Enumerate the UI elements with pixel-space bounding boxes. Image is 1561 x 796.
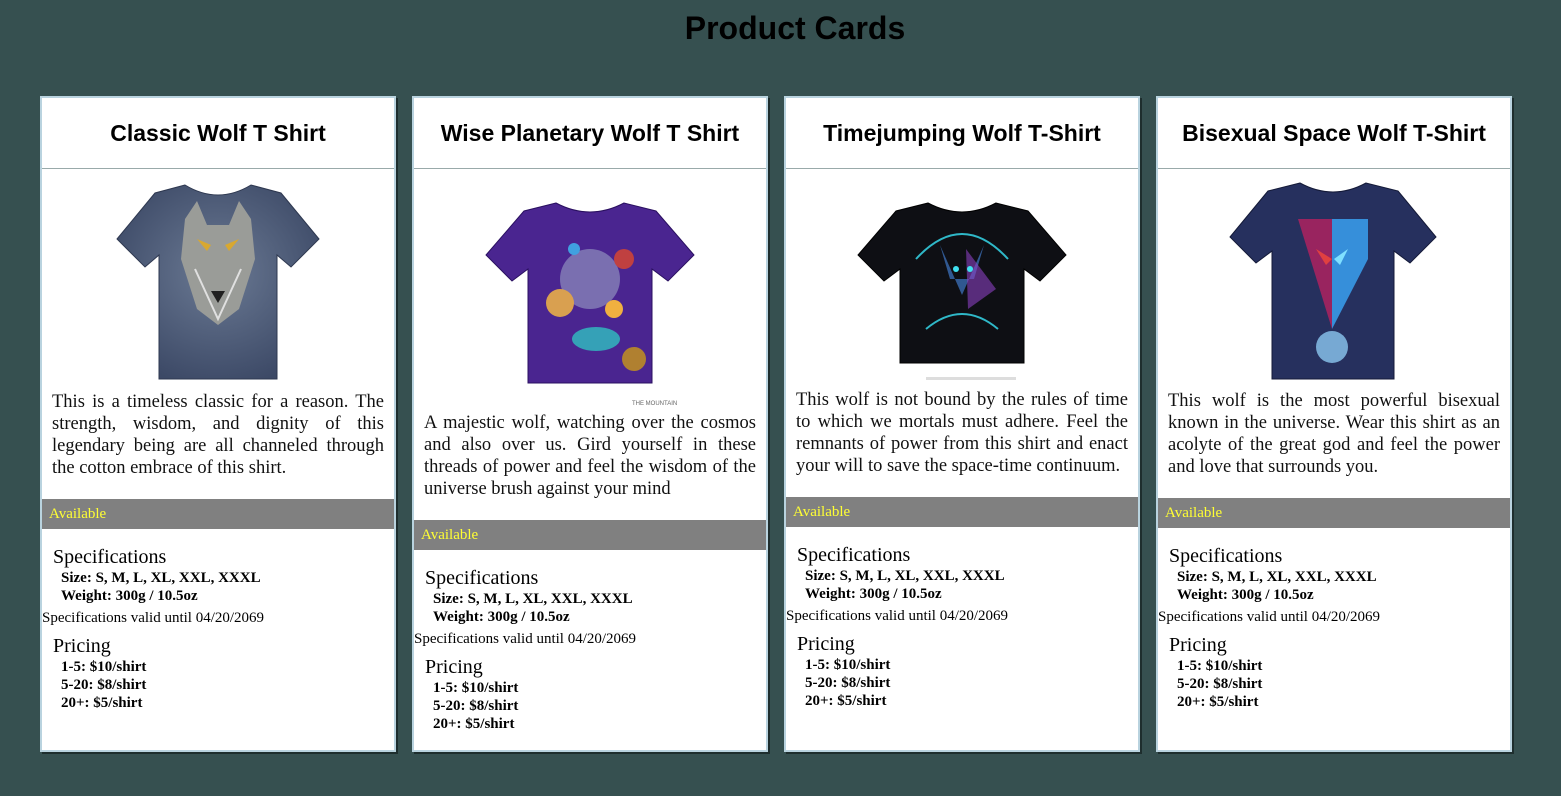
timejumping-wolf-tshirt-image (857, 202, 1067, 380)
page-title: Product Cards (684, 10, 906, 46)
availability-badge: Available (42, 499, 394, 529)
card-description: This wolf is the most powerful bisexual … (1168, 391, 1500, 477)
card-title: Wise Planetary Wolf T Shirt (414, 98, 766, 169)
price-tier: 1-5: $10/shirt (433, 680, 519, 696)
product-card: Bisexual Space Wolf T-Shirt This wolf is… (1156, 96, 1512, 752)
wolf-tshirt-image (116, 184, 320, 380)
product-card: Timejumping Wolf T-Shirt This wolf is no… (784, 96, 1140, 752)
specifications-heading: Specifications (1169, 545, 1283, 567)
price-tier: 20+: $5/shirt (433, 716, 515, 732)
card-title: Timejumping Wolf T-Shirt (786, 98, 1138, 169)
specifications-heading: Specifications (53, 546, 167, 568)
price-tier: 5-20: $8/shirt (805, 675, 891, 691)
specs-valid-until: Specifications valid until 04/20/2069 (414, 631, 637, 647)
product-image (42, 169, 394, 391)
price-tier: 1-5: $10/shirt (1177, 658, 1263, 674)
card-title: Bisexual Space Wolf T-Shirt (1158, 98, 1510, 169)
availability-badge: Available (1158, 498, 1510, 528)
pricing-heading: Pricing (1169, 634, 1227, 656)
pricing-heading: Pricing (53, 635, 111, 657)
price-tier: 1-5: $10/shirt (805, 657, 891, 673)
specifications-heading: Specifications (797, 544, 911, 566)
space-wolf-tshirt-image (1229, 182, 1437, 380)
specs-valid-until: Specifications valid until 04/20/2069 (42, 610, 265, 626)
specs-valid-until: Specifications valid until 04/20/2069 (1158, 609, 1381, 625)
price-tier: 1-5: $10/shirt (61, 659, 147, 675)
size-spec: Size: S, M, L, XL, XXL, XXXL (61, 570, 261, 586)
price-tier: 20+: $5/shirt (805, 693, 887, 709)
availability-badge: Available (414, 520, 766, 550)
price-tier: 5-20: $8/shirt (61, 677, 147, 693)
pricing-heading: Pricing (425, 656, 483, 678)
product-card: Wise Planetary Wolf T Shirt . THE MOUNTA… (412, 96, 768, 752)
weight-spec: Weight: 300g / 10.5oz (433, 609, 570, 625)
size-spec: Size: S, M, L, XL, XXL, XXXL (805, 568, 1005, 584)
availability-badge: Available (786, 497, 1138, 527)
card-description: This wolf is not bound by the rules of t… (796, 390, 1128, 476)
price-tier: 20+: $5/shirt (1177, 694, 1259, 710)
specifications-heading: Specifications (425, 567, 539, 589)
size-spec: Size: S, M, L, XL, XXL, XXXL (433, 591, 633, 607)
brand-mark: THE MOUNTAIN (632, 401, 678, 407)
card-description: A majestic wolf, watching over the cosmo… (424, 413, 756, 499)
weight-spec: Weight: 300g / 10.5oz (805, 586, 942, 602)
specs-valid-until: Specifications valid until 04/20/2069 (786, 608, 1009, 624)
card-description: This is a timeless classic for a reason.… (52, 392, 384, 478)
product-image (786, 169, 1138, 389)
product-card: Classic Wolf T Shirt This is a timeless … (40, 96, 396, 752)
price-tier: 20+: $5/shirt (61, 695, 143, 711)
product-image: . THE MOUNTAIN (414, 169, 766, 412)
price-tier: 5-20: $8/shirt (1177, 676, 1263, 692)
planetary-wolf-tshirt-image: . (485, 202, 695, 384)
weight-spec: Weight: 300g / 10.5oz (1177, 587, 1314, 603)
size-spec: Size: S, M, L, XL, XXL, XXXL (1177, 569, 1377, 585)
product-image (1158, 169, 1510, 390)
weight-spec: Weight: 300g / 10.5oz (61, 588, 198, 604)
price-tier: 5-20: $8/shirt (433, 698, 519, 714)
card-title: Classic Wolf T Shirt (42, 98, 394, 169)
pricing-heading: Pricing (797, 633, 855, 655)
